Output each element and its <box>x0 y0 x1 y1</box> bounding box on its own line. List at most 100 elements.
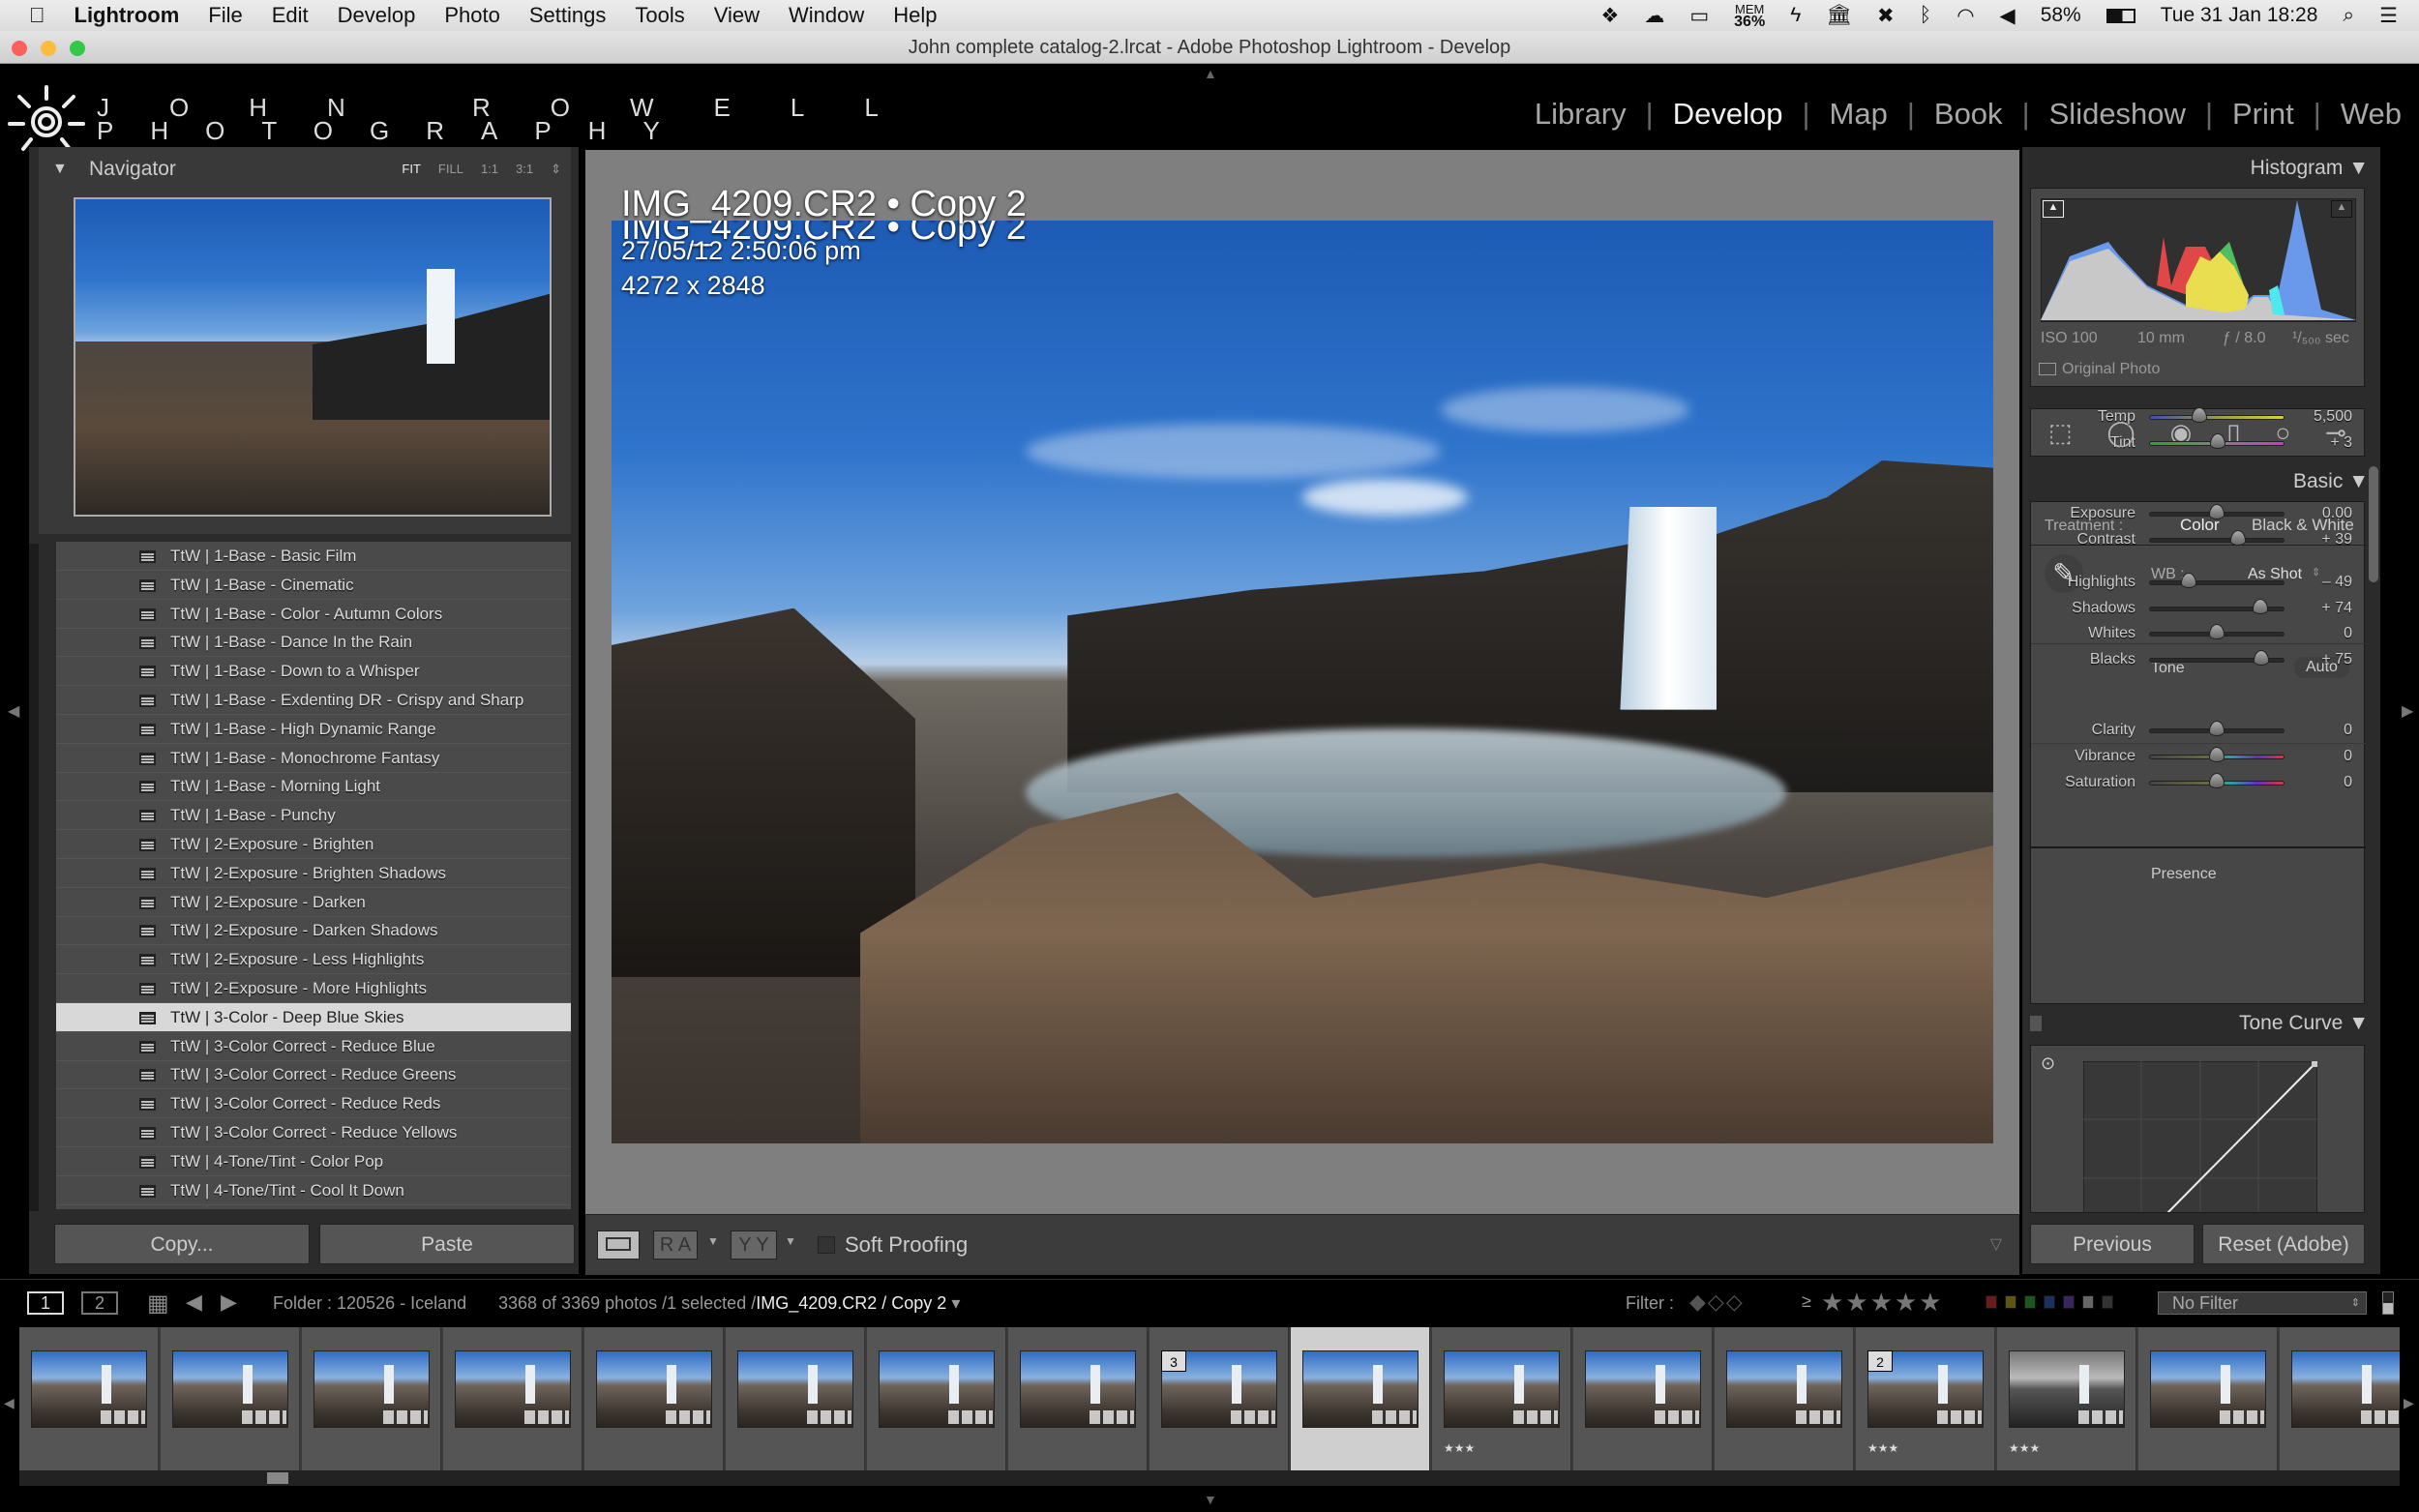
highlight-clipping-indicator[interactable]: ▲ <box>2331 200 2352 218</box>
color-label-swatch[interactable] <box>1986 1295 1997 1309</box>
rating-comparison[interactable]: ≥ <box>1802 1291 1811 1312</box>
creative-cloud-icon[interactable]: ☁ <box>1644 4 1664 28</box>
preset-item[interactable]: TtW | 2-Exposure - More Highlights <box>56 974 571 1003</box>
slider-value[interactable]: 0 <box>2344 774 2352 791</box>
museum-icon[interactable]: 🏛 <box>1826 4 1852 27</box>
presets-list[interactable]: TtW | 1-Base - Basic Film TtW | 1-Base - … <box>56 542 571 1209</box>
main-photo[interactable]: IMG_4209.CR2 • Copy 2 <box>612 221 1993 1143</box>
preset-item[interactable]: TtW | 2-Exposure - Darken <box>56 888 571 917</box>
filmstrip-thumbnail[interactable] <box>1008 1327 1148 1470</box>
swap-before-after-button[interactable]: Y Y <box>731 1230 777 1260</box>
slider-track[interactable] <box>2149 580 2285 585</box>
shadow-clipping-indicator[interactable]: ▲ <box>2043 200 2064 218</box>
soft-proofing-checkbox[interactable] <box>818 1236 835 1254</box>
module-web[interactable]: Web <box>2341 97 2402 132</box>
navigator-header[interactable]: ▼ Navigator FIT FILL 1:1 3:1 ⇕ <box>39 147 571 192</box>
module-slideshow[interactable]: Slideshow <box>2049 97 2186 132</box>
clock[interactable]: Tue 31 Jan 18:28 <box>2161 4 2318 27</box>
slider-value[interactable]: 0.00 <box>2322 505 2352 522</box>
filmstrip-thumbnail[interactable] <box>867 1327 1006 1470</box>
preset-item[interactable]: TtW | 1-Base - Basic Film <box>56 542 571 571</box>
filmstrip-right-arrow-icon[interactable]: ▶ <box>2404 1395 2414 1411</box>
slider-thumb[interactable] <box>2209 504 2225 519</box>
toolbar-content-dropdown-icon[interactable]: ▽ <box>1990 1234 2002 1254</box>
slider-thumb[interactable] <box>2209 773 2225 788</box>
slider-track[interactable] <box>2149 538 2285 543</box>
filmstrip-thumbnail[interactable]: ★★★ <box>1997 1327 2136 1470</box>
filmstrip-thumbnail[interactable] <box>1573 1327 1713 1470</box>
right-panel-toggle-icon[interactable]: ▶ <box>2402 701 2413 721</box>
slider-thumb[interactable] <box>2180 573 2196 588</box>
close-window-button[interactable] <box>12 41 27 56</box>
filmstrip-thumbnail[interactable] <box>1291 1327 1430 1470</box>
color-label-swatch[interactable] <box>2044 1295 2055 1309</box>
preset-item[interactable]: TtW | 1-Base - High Dynamic Range <box>56 715 571 744</box>
minimize-window-button[interactable] <box>41 41 56 56</box>
slider-track[interactable] <box>2149 415 2285 420</box>
slider-value[interactable]: + 74 <box>2321 600 2352 617</box>
filmstrip-thumbnail[interactable] <box>2280 1327 2400 1470</box>
menu-settings[interactable]: Settings <box>529 3 607 28</box>
slider-value[interactable]: 0 <box>2344 748 2352 765</box>
zoom-option-fill[interactable]: FILL <box>438 147 463 192</box>
right-panel-scrollbar[interactable] <box>2369 466 2378 582</box>
filmstrip-thumbnail[interactable] <box>1715 1327 1854 1470</box>
slider-thumb[interactable] <box>2209 747 2225 762</box>
battery-percent[interactable]: 58% <box>2041 4 2081 27</box>
flash-icon[interactable]: ϟ <box>1790 4 1801 27</box>
preset-item[interactable]: TtW | 1-Base - Color - Autumn Colors <box>56 600 571 629</box>
flag-filter-icons[interactable]: ◆◇◇ <box>1689 1290 1745 1315</box>
collapse-triangle-icon[interactable]: ▼ <box>2348 470 2369 492</box>
swap-dropdown-icon[interactable]: ▼ <box>785 1234 796 1248</box>
slider-thumb[interactable] <box>2252 599 2268 614</box>
apple-icon[interactable]:  <box>29 3 45 28</box>
spotlight-search-icon[interactable]: ⌕ <box>2343 4 2354 27</box>
filmstrip-left-arrow-icon[interactable]: ◀ <box>4 1395 15 1411</box>
back-arrow-icon[interactable]: ◀ <box>186 1290 202 1315</box>
targeted-adjustment-tool-icon[interactable]: ⊙ <box>2041 1053 2055 1074</box>
color-label-swatch[interactable] <box>2063 1295 2075 1309</box>
slider-thumb[interactable] <box>2210 433 2226 449</box>
navigator-preview[interactable] <box>74 197 552 517</box>
menu-photo[interactable]: Photo <box>444 3 500 28</box>
copy-settings-button[interactable]: Copy... <box>54 1224 310 1264</box>
menu-file[interactable]: File <box>208 3 242 28</box>
zoom-option-1-1[interactable]: 1:1 <box>481 147 498 192</box>
preset-item[interactable]: TtW | 2-Exposure - Darken Shadows <box>56 916 571 946</box>
slider-thumb[interactable] <box>2209 721 2225 736</box>
zoom-option-3-1[interactable]: 3:1 <box>516 147 533 192</box>
paste-settings-button[interactable]: Paste <box>319 1224 575 1264</box>
module-map[interactable]: Map <box>1830 97 1888 132</box>
star-rating-filter[interactable]: ★★★★★ <box>1821 1288 1944 1318</box>
menu-help[interactable]: Help <box>893 3 937 28</box>
stack-count-badge[interactable]: 2 <box>1867 1350 1893 1372</box>
filter-preset-dropdown[interactable]: No Filter ⇕ <box>2158 1291 2367 1315</box>
preset-item[interactable]: TtW | 3-Color Correct - Reduce Reds <box>56 1089 571 1119</box>
preset-item[interactable]: TtW | 2-Exposure - Brighten <box>56 830 571 859</box>
filmstrip-thumbnail[interactable] <box>161 1327 300 1470</box>
module-book[interactable]: Book <box>1934 97 2003 132</box>
preset-item[interactable]: TtW | 1-Base - Exdenting DR - Crispy and… <box>56 686 571 715</box>
preset-item[interactable]: TtW | 4-Tone/Tint - Color Pop <box>56 1147 571 1176</box>
filmstrip-thumbnail[interactable] <box>443 1327 582 1470</box>
module-develop[interactable]: Develop <box>1673 97 1783 132</box>
loupe-view-button[interactable] <box>597 1230 640 1260</box>
folder-source[interactable]: Folder : 120526 - Iceland <box>273 1293 466 1314</box>
basic-header[interactable]: Basic ▼ <box>2293 470 2369 493</box>
dropbox-icon[interactable]: ❖ <box>1600 4 1619 28</box>
menu-lightroom[interactable]: Lightroom <box>75 3 180 28</box>
color-label-swatch[interactable] <box>2082 1295 2094 1309</box>
collapse-triangle-icon[interactable]: ▼ <box>2348 157 2369 179</box>
filmstrip-thumbnail[interactable] <box>302 1327 441 1470</box>
preset-item[interactable]: TtW | 3-Color Correct - Reduce Blue <box>56 1032 571 1061</box>
filmstrip-thumbnail[interactable] <box>726 1327 865 1470</box>
slider-value[interactable]: 5,500 <box>2314 408 2352 426</box>
slider-thumb[interactable] <box>2191 407 2207 423</box>
histogram-chart[interactable] <box>2041 198 2356 322</box>
zoom-window-button[interactable] <box>70 41 85 56</box>
slider-thumb[interactable] <box>2254 650 2270 666</box>
filmstrip-thumbnail[interactable] <box>2138 1327 2278 1470</box>
collapse-triangle-icon[interactable]: ▼ <box>52 147 68 192</box>
slider-value[interactable]: – 49 <box>2322 574 2352 591</box>
top-panel-toggle-icon[interactable]: ▲ <box>1204 66 1217 81</box>
